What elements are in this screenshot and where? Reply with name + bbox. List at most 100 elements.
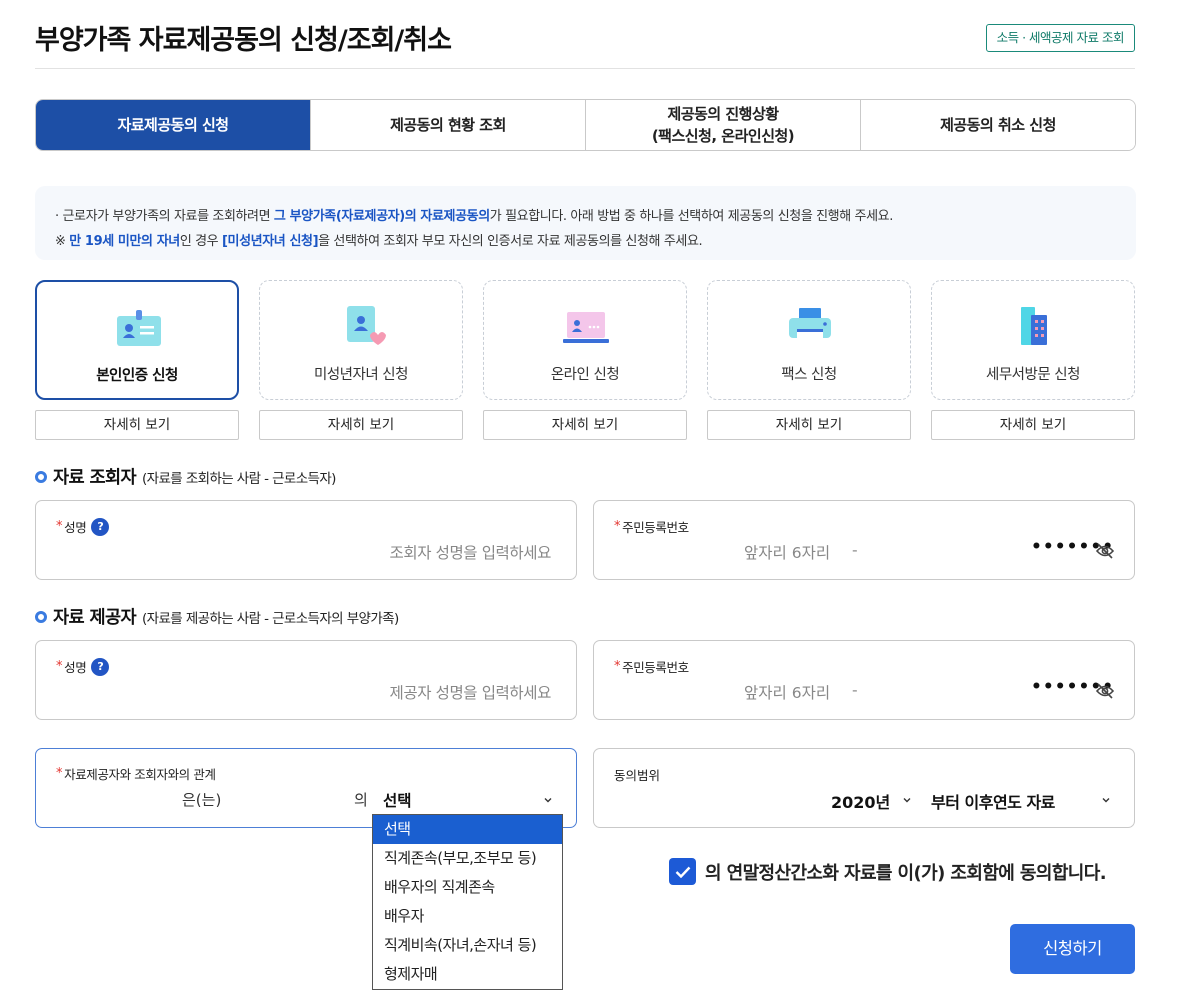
- method-card[interactable]: 본인인증 신청: [35, 280, 239, 400]
- notice-highlight: 그 부양가족(자료제공자)의 자료제공동의: [273, 209, 490, 224]
- relation-eun-text: 은(는): [182, 791, 222, 809]
- provider-section-heading: 자료 제공자 (자료를 제공하는 사람 - 근로소득자의 부양가족): [35, 604, 399, 629]
- detail-button[interactable]: 자세히 보기: [483, 410, 687, 440]
- field-label: * 성명 ?: [56, 657, 110, 676]
- page-header: 부양가족 자료제공동의 신청/조회/취소 소득 · 세액공제 자료 조회: [35, 0, 1135, 69]
- required-mark: *: [614, 659, 621, 674]
- help-question-icon[interactable]: ?: [91, 657, 110, 676]
- notice-box: · 근로자가 부양가족의 자료를 조회하려면 그 부양가족(자료제공자)의 자료…: [35, 186, 1136, 260]
- agree-text: 의 연말정산간소화 자료를 이(가) 조회함에 동의합니다.: [705, 862, 1107, 884]
- tab-consent-cancel[interactable]: 제공동의 취소 신청: [861, 100, 1135, 150]
- bullet-ring-icon: [35, 470, 47, 483]
- detail-button[interactable]: 자세히 보기: [707, 410, 911, 440]
- dropdown-option[interactable]: 배우자의 직계존속: [373, 873, 562, 902]
- method-card[interactable]: 온라인 신청: [483, 280, 687, 400]
- method-card[interactable]: 미성년자녀 신청: [259, 280, 463, 400]
- notice-text: ※: [55, 234, 70, 249]
- agreement-row: 의 연말정산간소화 자료를 이(가) 조회함에 동의합니다.: [669, 858, 1107, 885]
- detail-button[interactable]: 자세히 보기: [259, 410, 463, 440]
- building-icon: [1021, 307, 1047, 345]
- requester-name-field[interactable]: * 성명 ? 조회자 성명을 입력하세요: [35, 500, 577, 580]
- id-card-icon: [117, 310, 161, 346]
- dropdown-option[interactable]: 선택: [373, 815, 562, 844]
- requester-section-heading: 자료 조회자 (자료를 조회하는 사람 - 근로소득자): [35, 464, 336, 489]
- required-mark: *: [56, 766, 63, 781]
- method-tax-office-visit: 세무서방문 신청 자세히 보기: [931, 280, 1135, 440]
- method-label: 팩스 신청: [781, 367, 837, 383]
- dropdown-option[interactable]: 직계존속(부모,조부모 등): [373, 844, 562, 873]
- agree-checkbox[interactable]: [669, 858, 696, 885]
- chevron-down-icon[interactable]: [543, 795, 553, 805]
- required-mark: *: [56, 659, 63, 674]
- submit-button[interactable]: 신청하기: [1010, 924, 1135, 974]
- notice-highlight: 만 19세 미만의 자녀: [69, 234, 180, 249]
- provider-rrn-field[interactable]: * 주민등록번호 앞자리 6자리 - •••••••: [593, 640, 1135, 720]
- tab-progress-line1: 제공동의 진행상황: [667, 105, 779, 123]
- rrn-dash: -: [852, 681, 858, 699]
- field-label: * 성명 ?: [56, 517, 110, 536]
- notice-line-1: · 근로자가 부양가족의 자료를 조회하려면 그 부양가족(자료제공자)의 자료…: [55, 204, 1116, 229]
- name-label: 성명: [64, 520, 87, 535]
- method-label: 미성년자녀 신청: [314, 367, 409, 383]
- chevron-down-icon[interactable]: [1101, 795, 1111, 805]
- section-subtitle: (자료를 제공하는 사람 - 근로소득자의 부양가족): [142, 610, 399, 627]
- provider-name-field[interactable]: * 성명 ? 제공자 성명을 입력하세요: [35, 640, 577, 720]
- page-title: 부양가족 자료제공동의 신청/조회/취소: [35, 25, 452, 56]
- child-card-icon: [347, 306, 386, 345]
- provider-rrn-front-input[interactable]: 앞자리 6자리: [744, 681, 830, 703]
- tab-progress-line2: (팩스신청, 온라인신청): [651, 127, 795, 145]
- relation-dropdown-list: 선택 직계존속(부모,조부모 등) 배우자의 직계존속 배우자 직계비속(자녀,…: [372, 814, 563, 990]
- notice-highlight: [미성년자녀 신청]: [221, 234, 319, 249]
- dropdown-option[interactable]: 형제자매: [373, 960, 562, 989]
- notice-text: · 근로자가 부양가족의 자료를 조회하려면: [55, 209, 274, 224]
- application-method-list: 본인인증 신청 자세히 보기 미성년자녀 신청 자세히 보기 온라인 신청 자세…: [35, 280, 1136, 440]
- method-card[interactable]: 세무서방문 신청: [931, 280, 1135, 400]
- eye-off-icon[interactable]: [1096, 683, 1114, 699]
- section-title: 자료 조회자: [53, 468, 137, 488]
- section-title: 자료 제공자: [53, 608, 137, 628]
- chevron-down-icon[interactable]: [902, 795, 912, 805]
- scope-label: 동의범위: [614, 768, 661, 783]
- dropdown-option[interactable]: 직계비속(자녀,손자녀 등): [373, 931, 562, 960]
- method-self-auth: 본인인증 신청 자세히 보기: [35, 280, 239, 440]
- scope-range-select[interactable]: 부터 이후연도 자료: [931, 789, 1055, 813]
- name-label: 성명: [64, 660, 87, 675]
- method-label: 온라인 신청: [550, 367, 620, 383]
- fax-printer-icon: [789, 308, 831, 343]
- required-mark: *: [56, 519, 63, 534]
- rrn-label: 주민등록번호: [622, 660, 689, 675]
- income-deduction-lookup-link[interactable]: 소득 · 세액공제 자료 조회: [985, 24, 1135, 52]
- requester-rrn-field[interactable]: * 주민등록번호 앞자리 6자리 - •••••••: [593, 500, 1135, 580]
- detail-button[interactable]: 자세히 보기: [35, 410, 239, 440]
- tab-consent-progress[interactable]: 제공동의 진행상황 (팩스신청, 온라인신청): [586, 100, 861, 150]
- method-minor-child: 미성년자녀 신청 자세히 보기: [259, 280, 463, 440]
- scope-year-select[interactable]: 2020년: [831, 789, 890, 813]
- rrn-dash: -: [852, 541, 858, 559]
- notice-text: 인 경우: [179, 234, 222, 249]
- provider-name-input[interactable]: 제공자 성명을 입력하세요: [389, 681, 551, 703]
- laptop-icon: [563, 312, 609, 343]
- requester-name-input[interactable]: 조회자 성명을 입력하세요: [389, 541, 551, 563]
- relation-ui-text: 의: [354, 791, 368, 809]
- tab-consent-status[interactable]: 제공동의 현황 조회: [311, 100, 586, 150]
- method-card[interactable]: 팩스 신청: [707, 280, 911, 400]
- eye-off-icon[interactable]: [1096, 543, 1114, 559]
- tab-bar: 자료제공동의 신청 제공동의 현황 조회 제공동의 진행상황 (팩스신청, 온라…: [35, 99, 1136, 151]
- dropdown-option[interactable]: 배우자: [373, 902, 562, 931]
- rrn-label: 주민등록번호: [622, 520, 689, 535]
- method-label: 본인인증 신청: [96, 368, 178, 384]
- required-mark: *: [614, 519, 621, 534]
- method-fax: 팩스 신청 자세히 보기: [707, 280, 911, 440]
- section-subtitle: (자료를 조회하는 사람 - 근로소득자): [142, 470, 336, 487]
- consent-scope-field[interactable]: 동의범위 2020년 부터 이후연도 자료: [593, 748, 1135, 828]
- relation-select[interactable]: 선택: [383, 789, 412, 811]
- bullet-ring-icon: [35, 610, 47, 623]
- field-label: * 주민등록번호: [614, 657, 689, 676]
- tab-consent-apply[interactable]: 자료제공동의 신청: [36, 100, 311, 150]
- notice-text: 가 필요합니다. 아래 방법 중 하나를 선택하여 제공동의 신청을 진행해 주…: [489, 209, 894, 224]
- help-question-icon[interactable]: ?: [91, 517, 110, 536]
- checkmark-icon: [675, 866, 690, 878]
- notice-text: 을 선택하여 조회자 부모 자신의 인증서로 자료 제공동의를 신청해 주세요.: [318, 234, 703, 249]
- detail-button[interactable]: 자세히 보기: [931, 410, 1135, 440]
- requester-rrn-front-input[interactable]: 앞자리 6자리: [744, 541, 830, 563]
